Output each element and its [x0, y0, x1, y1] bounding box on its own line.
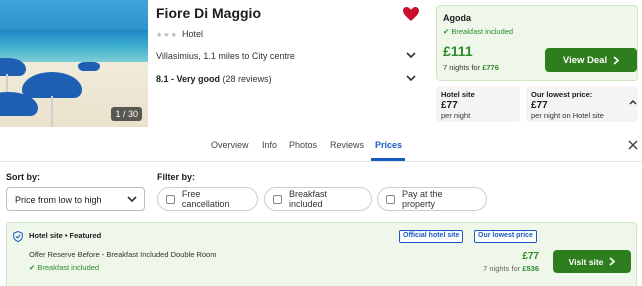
rating-score: 8.1 - Very good [156, 74, 221, 84]
visit-site-button[interactable]: Visit site [553, 250, 631, 273]
photo-sea [0, 30, 148, 66]
visit-site-label: Visit site [568, 256, 604, 267]
chevron-down-icon [127, 196, 137, 203]
view-deal-button[interactable]: View Deal [545, 48, 637, 72]
tab-photos[interactable]: Photos [289, 140, 317, 150]
tab-overview[interactable]: Overview [211, 140, 249, 150]
hotel-address: Villasimius, 1.1 miles to City centre [156, 51, 295, 61]
hotel-site-sub: per night [441, 111, 471, 120]
lowest-price-heading: Our lowest price: [531, 90, 593, 99]
check-icon: ✔ [443, 27, 450, 36]
star-rating: ★ ★ ★ [156, 31, 177, 39]
check-icon: ✔ [29, 263, 36, 272]
deal-nights-prefix: 7 nights for [443, 63, 481, 72]
room-name: Offer Reserve Before - Breakfast Include… [29, 250, 217, 259]
deal-provider: Agoda [443, 13, 471, 23]
chevron-up-icon[interactable] [629, 99, 637, 105]
chevron-down-icon[interactable] [406, 51, 416, 59]
deal-price: £111 [443, 43, 473, 59]
star-icon: ★ [163, 32, 170, 39]
featured-nights-prefix: 7 nights for [483, 264, 521, 273]
photo-umbrella [78, 62, 100, 71]
star-icon: ★ [170, 32, 177, 39]
hotel-rating: 8.1 - Very good (28 reviews) [156, 74, 272, 84]
rating-reviews: (28 reviews) [222, 74, 272, 84]
hotel-site-price-box: Hotel site £77 per night [436, 86, 520, 122]
hotel-site-price: £77 [441, 100, 458, 111]
view-deal-label: View Deal [562, 54, 608, 66]
deal-breakfast-label: Breakfast included [451, 27, 514, 36]
deal-breakfast: ✔ Breakfast included [443, 27, 513, 36]
checkbox[interactable] [166, 194, 175, 204]
lowest-price-badge: Our lowest price [474, 230, 537, 243]
lowest-price-box[interactable]: Our lowest price: £77 per night on Hotel… [526, 86, 638, 122]
filter-breakfast-included[interactable]: Breakfast included [264, 187, 372, 211]
chevron-right-icon [609, 257, 616, 266]
shield-check-icon [13, 231, 23, 242]
chevron-right-icon [613, 55, 620, 65]
official-site-badge: Official hotel site [399, 230, 464, 243]
filter-free-cancellation[interactable]: Free cancellation [157, 187, 258, 211]
star-icon: ★ [156, 32, 163, 39]
tab-info[interactable]: Info [262, 140, 277, 150]
filter-label: Filter by: [157, 172, 196, 182]
featured-breakfast-label: Breakfast included [37, 263, 100, 272]
heart-icon[interactable] [403, 7, 419, 21]
sort-label: Sort by: [6, 172, 41, 182]
featured-nights-total: £536 [522, 264, 539, 273]
filter-pay-at-property[interactable]: Pay at the property [377, 187, 487, 211]
sort-select[interactable]: Price from low to high [6, 187, 145, 211]
lowest-price-sub: per night on Hotel site [531, 111, 604, 120]
tab-prices[interactable]: Prices [375, 140, 402, 150]
hotel-type: Hotel [182, 29, 204, 39]
deal-nights: 7 nights for £776 [443, 63, 499, 72]
hotel-photo[interactable]: 1 / 30 [0, 0, 148, 127]
filter-option-label: Pay at the property [402, 189, 443, 209]
featured-heading: Hotel site • Featured [29, 231, 102, 240]
photo-counter: 1 / 30 [111, 107, 142, 121]
tab-reviews[interactable]: Reviews [330, 140, 364, 150]
filter-option-label: Free cancellation [181, 189, 230, 209]
featured-nights: 7 nights for £536 [477, 264, 539, 273]
top-deal-box: Agoda ✔ Breakfast included £111 7 nights… [436, 5, 638, 81]
featured-offer: Hotel site • Featured Official hotel sit… [6, 222, 637, 286]
checkbox[interactable] [386, 194, 395, 204]
close-icon[interactable] [628, 140, 638, 150]
chevron-down-icon[interactable] [406, 74, 416, 82]
lowest-price-value: £77 [531, 100, 548, 111]
checkbox[interactable] [273, 194, 282, 204]
featured-breakfast: ✔ Breakfast included [29, 263, 99, 272]
hotel-site-heading: Hotel site [441, 90, 475, 99]
featured-price: £77 [522, 251, 539, 262]
deal-nights-total: £776 [482, 63, 499, 72]
photo-umbrella-pole [51, 96, 53, 127]
sort-value: Price from low to high [15, 195, 102, 205]
hotel-name[interactable]: Fiore Di Maggio [156, 5, 261, 21]
tabs-divider [0, 161, 642, 162]
filter-option-label: Breakfast included [289, 189, 328, 209]
